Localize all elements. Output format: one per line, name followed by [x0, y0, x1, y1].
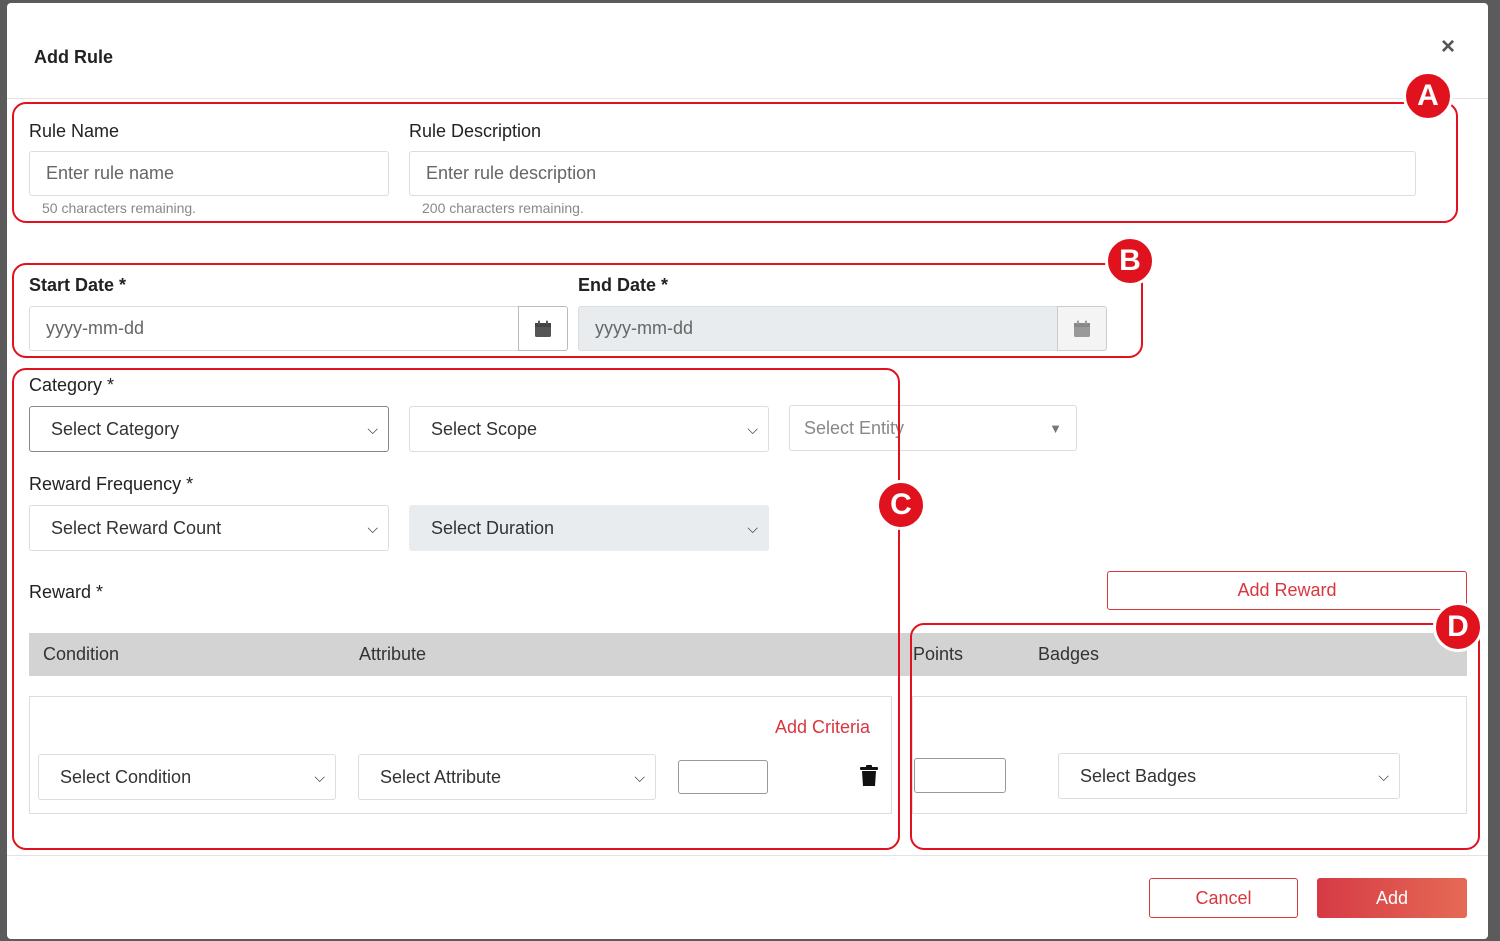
chevron-down-icon: ⌵ — [367, 519, 378, 536]
rule-description-hint: 200 characters remaining. — [422, 200, 584, 216]
rule-name-hint: 50 characters remaining. — [42, 200, 197, 216]
select-reward-count-value: Select Reward Count — [51, 517, 222, 538]
header-divider — [7, 98, 1488, 99]
select-condition-value: Select Condition — [60, 766, 192, 787]
annotation-badge-b: B — [1105, 236, 1155, 286]
add-reward-button[interactable]: Add Reward — [1107, 571, 1467, 610]
chevron-down-icon: ⌵ — [1378, 767, 1389, 784]
criteria-value-input[interactable] — [678, 760, 768, 794]
annotation-badge-d: D — [1433, 602, 1483, 652]
select-duration-value: Select Duration — [431, 517, 555, 538]
column-points: Points — [913, 644, 964, 664]
reward-label: Reward * — [29, 582, 104, 602]
category-label: Category * — [29, 375, 115, 395]
select-condition-dropdown[interactable]: Select Condition ⌵ — [38, 754, 336, 800]
rule-description-label: Rule Description — [409, 121, 542, 141]
trash-icon[interactable] — [860, 765, 878, 792]
select-reward-count-dropdown[interactable]: Select Reward Count ⌵ — [29, 505, 389, 551]
select-badges-value: Select Badges — [1080, 765, 1197, 786]
footer-divider — [7, 855, 1488, 856]
calendar-icon — [535, 320, 551, 337]
points-input[interactable] — [914, 758, 1006, 793]
select-badges-dropdown[interactable]: Select Badges ⌵ — [1058, 753, 1400, 799]
select-scope-value: Select Scope — [431, 418, 538, 439]
rule-description-input[interactable]: Enter rule description — [409, 151, 1416, 196]
rule-name-input[interactable]: Enter rule name — [29, 151, 389, 196]
select-entity-dropdown[interactable]: Select Entity ▼ — [789, 405, 1077, 451]
chevron-down-icon: ⌵ — [747, 519, 758, 536]
start-date-calendar-button[interactable] — [518, 306, 568, 351]
calendar-icon — [1074, 320, 1090, 337]
caret-down-icon: ▼ — [1049, 420, 1062, 436]
end-date-calendar-button[interactable] — [1057, 306, 1107, 351]
chevron-down-icon: ⌵ — [314, 768, 325, 785]
modal-title: Add Rule — [34, 47, 113, 67]
chevron-down-icon: ⌵ — [367, 420, 378, 437]
chevron-down-icon: ⌵ — [747, 420, 758, 437]
reward-table-header — [29, 633, 1467, 676]
select-duration-dropdown[interactable]: Select Duration ⌵ — [409, 505, 769, 551]
add-criteria-link[interactable]: Add Criteria — [775, 717, 870, 738]
reward-frequency-label: Reward Frequency * — [29, 474, 194, 494]
cancel-button[interactable]: Cancel — [1149, 878, 1298, 918]
close-icon[interactable]: × — [1441, 33, 1455, 61]
select-category-dropdown[interactable]: Select Category ⌵ — [29, 406, 389, 452]
end-date-input[interactable]: yyyy-mm-dd — [578, 306, 1058, 351]
select-scope-dropdown[interactable]: Select Scope ⌵ — [409, 406, 769, 452]
column-badges: Badges — [1038, 644, 1100, 664]
column-condition: Condition — [43, 644, 120, 664]
annotation-badge-a: A — [1403, 71, 1453, 121]
add-button[interactable]: Add — [1317, 878, 1467, 918]
add-rule-modal: Add Rule × Rule Name Rule Description En… — [7, 3, 1488, 939]
annotation-badge-c: C — [876, 480, 926, 530]
select-category-value: Select Category — [51, 418, 180, 439]
rule-name-label: Rule Name — [29, 121, 120, 141]
select-attribute-dropdown[interactable]: Select Attribute ⌵ — [358, 754, 656, 800]
select-attribute-value: Select Attribute — [380, 766, 502, 787]
end-date-label: End Date * — [578, 275, 669, 295]
start-date-input[interactable]: yyyy-mm-dd — [29, 306, 519, 351]
select-entity-value: Select Entity — [804, 417, 905, 438]
chevron-down-icon: ⌵ — [634, 768, 645, 785]
start-date-label: Start Date * — [29, 275, 127, 295]
column-attribute: Attribute — [359, 644, 427, 664]
